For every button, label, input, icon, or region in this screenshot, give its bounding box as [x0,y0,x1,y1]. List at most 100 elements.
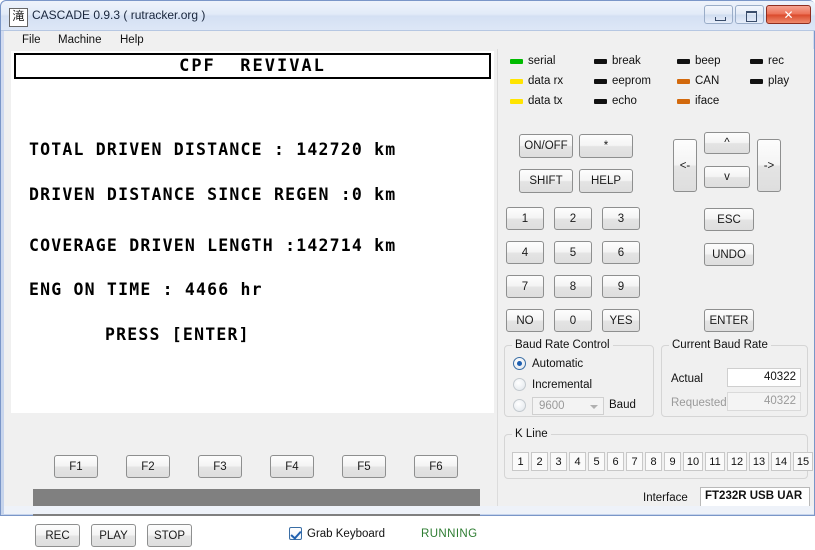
help-button[interactable]: HELP [579,169,633,193]
baud-manual-option[interactable] [513,399,526,412]
baud-rate-select[interactable]: 9600 [532,397,604,415]
play-button[interactable]: PLAY [91,524,136,547]
f1-button[interactable]: F1 [54,455,98,478]
actual-label: Actual [671,373,703,385]
left-panel: CPF REVIVAL TOTAL DRIVEN DISTANCE : 1427… [6,49,495,547]
display-line-press-enter: PRESS [ENTER] [105,325,250,344]
key-5[interactable]: 5 [554,241,592,264]
key-8[interactable]: 8 [554,275,592,298]
current-baud-rate-title: Current Baud Rate [669,339,771,351]
onoff-button[interactable]: ON/OFF [519,134,573,158]
interface-label: Interface [643,492,688,504]
key-6[interactable]: 6 [602,241,640,264]
current-baud-rate-group: Current Baud Rate Actual 40322 Requested… [661,339,808,417]
actual-baud-value: 40322 [727,368,801,387]
window-controls: ✕ [704,5,811,24]
grab-keyboard-label: Grab Keyboard [307,527,385,540]
kline-button-1[interactable]: 1 [512,452,529,471]
interface-value: FT232R USB UAR [700,487,810,507]
key-3[interactable]: 3 [602,207,640,230]
kline-button-5[interactable]: 5 [588,452,605,471]
f2-button[interactable]: F2 [126,455,170,478]
status-bar [4,506,813,514]
kline-button-12[interactable]: 12 [727,452,747,471]
minimize-icon [715,17,726,21]
terminal-display: CPF REVIVAL TOTAL DRIVEN DISTANCE : 1427… [11,51,494,413]
radio-icon [513,378,526,391]
kline-button-7[interactable]: 7 [626,452,643,471]
key-4[interactable]: 4 [506,241,544,264]
key-7[interactable]: 7 [506,275,544,298]
kline-button-10[interactable]: 10 [683,452,703,471]
key-2[interactable]: 2 [554,207,592,230]
kline-button-8[interactable]: 8 [645,452,662,471]
f6-button[interactable]: F6 [414,455,458,478]
baud-incremental-label: Incremental [532,378,593,391]
key-1[interactable]: 1 [506,207,544,230]
arrow-left-button[interactable]: <- [673,139,697,192]
arrow-right-button[interactable]: -> [757,139,781,192]
f3-button[interactable]: F3 [198,455,242,478]
maximize-icon [746,11,757,22]
client-area: CPF REVIVAL TOTAL DRIVEN DISTANCE : 1427… [4,49,814,547]
kline-button-13[interactable]: 13 [749,452,769,471]
kline-button-11[interactable]: 11 [705,452,725,471]
display-line-eng-on-time: ENG ON TIME : 4466 hr [29,280,263,299]
baud-rate-control-title: Baud Rate Control [512,339,613,351]
arrow-up-button[interactable]: ^ [704,132,750,154]
baud-rate-control-group: Baud Rate Control Automatic Incremental … [504,339,654,417]
display-line-distance-since-regen: DRIVEN DISTANCE SINCE REGEN :0 km [29,185,397,204]
enter-button[interactable]: ENTER [704,309,754,332]
application-window: 滝 CASCADE 0.9.3 ( rutracker.org ) ✕ File… [0,0,815,547]
undo-button[interactable]: UNDO [704,243,754,266]
stop-button[interactable]: STOP [147,524,192,547]
maximize-button[interactable] [735,5,764,24]
checkbox-icon [289,527,302,540]
kline-button-15[interactable]: 15 [793,452,813,471]
display-line-coverage-driven-length: COVERAGE DRIVEN LENGTH :142714 km [29,236,397,255]
key-9[interactable]: 9 [602,275,640,298]
requested-label: Requested [671,397,727,409]
menu-bar: File Machine Help [4,31,813,50]
close-button[interactable]: ✕ [766,5,811,24]
radio-icon [513,399,526,412]
menu-item-help[interactable]: Help [114,33,150,47]
esc-button[interactable]: ESC [704,208,754,231]
key-0[interactable]: 0 [554,309,592,332]
shift-button[interactable]: SHIFT [519,169,573,193]
app-icon: 滝 [9,8,28,27]
menu-item-machine[interactable]: Machine [52,33,107,47]
status-badge: RUNNING [421,528,478,540]
minimize-button[interactable] [704,5,733,24]
baud-rate-selected-value: 9600 [539,400,565,412]
key-no[interactable]: NO [506,309,544,332]
title-bar: 滝 CASCADE 0.9.3 ( rutracker.org ) ✕ [1,1,815,31]
kline-button-3[interactable]: 3 [550,452,567,471]
f5-button[interactable]: F5 [342,455,386,478]
key-yes[interactable]: YES [602,309,640,332]
baud-incremental-option[interactable]: Incremental [513,378,592,391]
kline-button-14[interactable]: 14 [771,452,791,471]
right-panel: serial break beep rec data rx eeprom CAN… [497,49,814,514]
baud-unit-label: Baud [609,399,636,411]
k-line-group: K Line 1 2 3 4 5 6 7 8 9 10 11 12 13 14 … [504,428,813,479]
menu-item-file[interactable]: File [16,33,47,47]
kline-button-4[interactable]: 4 [569,452,586,471]
kline-button-6[interactable]: 6 [607,452,624,471]
arrow-down-button[interactable]: v [704,166,750,188]
kline-button-2[interactable]: 2 [531,452,548,471]
star-button[interactable]: * [579,134,633,158]
baud-automatic-label: Automatic [532,357,584,370]
baud-automatic-option[interactable]: Automatic [513,357,583,370]
k-line-title: K Line [512,428,551,440]
grab-keyboard-checkbox[interactable]: Grab Keyboard [289,527,385,540]
radio-icon [513,357,526,370]
rec-button[interactable]: REC [35,524,80,547]
window-title: CASCADE 0.9.3 ( rutracker.org ) [32,8,206,22]
display-header: CPF REVIVAL [14,53,491,79]
requested-baud-value: 40322 [727,392,801,411]
function-key-row: F1 F2 F3 F4 F5 F6 [6,455,495,481]
f4-button[interactable]: F4 [270,455,314,478]
close-icon: ✕ [783,7,794,22]
kline-button-9[interactable]: 9 [664,452,681,471]
